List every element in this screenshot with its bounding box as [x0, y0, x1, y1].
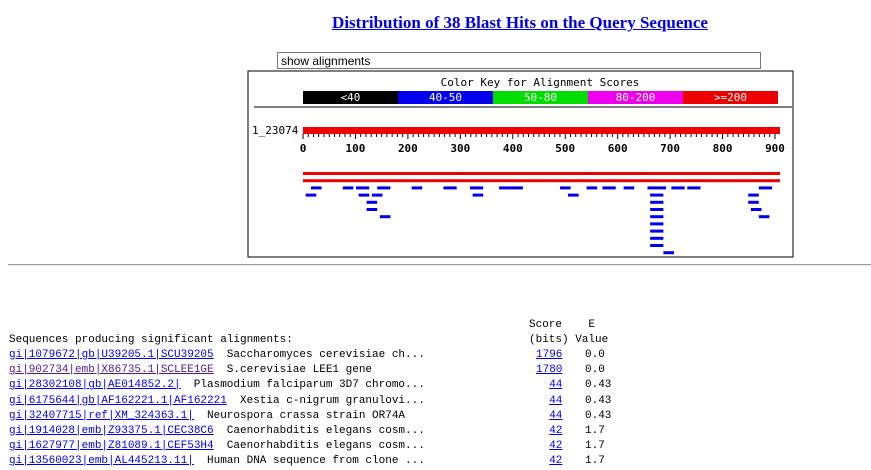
- evalue: 0.43: [585, 394, 612, 407]
- color-key-label: 40-50: [429, 91, 462, 104]
- score-link[interactable]: 42: [549, 439, 562, 454]
- score-link[interactable]: 44: [549, 409, 562, 424]
- evalue: 0.0: [585, 364, 605, 377]
- sequence-link[interactable]: gi|1627977|emb|Z81089.1|CEF53H4: [9, 439, 214, 454]
- hit-bar[interactable]: [650, 244, 664, 247]
- hit-bar[interactable]: [671, 186, 685, 190]
- hit-bar[interactable]: [647, 186, 667, 190]
- sequence-description: Saccharomyces cerevisiae ch...: [226, 349, 425, 361]
- hit-bar[interactable]: [499, 186, 523, 190]
- hit-bar[interactable]: [358, 193, 370, 197]
- evalue: 1.7: [585, 440, 605, 453]
- axis-tick-label: 700: [660, 142, 680, 155]
- sequence-link[interactable]: gi|902734|emb|X86735.1|SCLEE1GE: [9, 363, 214, 378]
- color-key: <40 40-50 50-80 80-200 >=200: [303, 91, 778, 104]
- evalue: 0.43: [585, 379, 612, 392]
- evalue: 0.0: [585, 349, 605, 361]
- blast-hits-graphic: Color Key for Alignment Scores <40 40-50 5…: [247, 70, 794, 258]
- color-key-label: 50-80: [524, 91, 557, 104]
- score-link[interactable]: 44: [549, 394, 562, 409]
- query-label: 1_23074: [252, 124, 299, 137]
- score-link[interactable]: 1780: [536, 363, 562, 378]
- hit-bar[interactable]: [411, 186, 423, 190]
- score-evalue-header: Score E: [529, 319, 596, 331]
- hit-bar[interactable]: [758, 215, 770, 219]
- hit-bar[interactable]: [303, 172, 780, 175]
- hit-bar[interactable]: [650, 208, 664, 211]
- hit-bar[interactable]: [650, 236, 664, 240]
- sequence-description: Caenorhabditis elegans cosm...: [226, 425, 425, 437]
- hit-bar[interactable]: [650, 200, 664, 204]
- sequence-link[interactable]: gi|28302108|gb|AE014852.2|: [9, 378, 181, 393]
- sequence-description: Neurospora crassa strain OR74A: [207, 409, 406, 422]
- axis-tick-label: 0: [300, 142, 307, 155]
- sequence-link[interactable]: gi|32407715|ref|XM_324363.1|: [9, 409, 194, 424]
- sequence-description: S.cerevisiae LEE1 gene: [226, 364, 373, 377]
- sequence-description: Human DNA sequence from clone ...: [207, 455, 425, 468]
- evalue: 1.7: [585, 425, 605, 437]
- hit-bar[interactable]: [443, 186, 457, 190]
- hit-bar[interactable]: [748, 193, 759, 197]
- hit-bar[interactable]: [303, 179, 780, 183]
- sequence-link[interactable]: gi|13560023|emb|AL445213.11|: [9, 454, 194, 469]
- score-link[interactable]: 44: [549, 378, 562, 393]
- bits-value-header: (bits) Value: [529, 334, 609, 346]
- alignments-heading: Sequences producing significant alignmen…: [9, 334, 293, 346]
- hit-bar[interactable]: [650, 193, 664, 197]
- hit-bar[interactable]: [379, 215, 391, 219]
- hit-bar[interactable]: [623, 186, 635, 190]
- sequence-link[interactable]: gi|6175644|gb|AF162221.1|AF162221: [9, 394, 227, 409]
- hit-bar[interactable]: [377, 186, 391, 190]
- axis-tick-label: 200: [398, 142, 418, 155]
- score-link[interactable]: 42: [549, 424, 562, 439]
- hit-bar[interactable]: [750, 208, 762, 211]
- axis-tick-label: 400: [503, 142, 523, 155]
- hit-bar[interactable]: [748, 200, 759, 204]
- hit-bar[interactable]: [560, 186, 571, 190]
- hit-bar[interactable]: [366, 208, 378, 211]
- hit-bar[interactable]: [650, 215, 664, 219]
- evalue: 1.7: [585, 455, 605, 468]
- hit-bar[interactable]: [371, 193, 383, 197]
- hit-bar[interactable]: [366, 200, 378, 204]
- color-key-label: <40: [341, 91, 361, 104]
- hit-bar[interactable]: [602, 186, 616, 190]
- sequence-link[interactable]: gi|1079672|gb|U39205.1|SCU39205: [9, 348, 214, 363]
- sequence-link[interactable]: gi|1914028|emb|Z93375.1|CEC38C6: [9, 424, 214, 439]
- axis-tick-label: 600: [608, 142, 628, 155]
- color-key-label: >=200: [714, 91, 747, 104]
- axis-tick-label: 800: [713, 142, 733, 155]
- sequence-description: Caenorhabditis elegans cosm...: [226, 440, 425, 453]
- axis-tick-label: 100: [346, 142, 366, 155]
- sequence-description: Xestia c-nigrum granulovi...: [240, 394, 425, 407]
- sequence-description: Plasmodium falciparum 3D7 chromo...: [193, 379, 425, 392]
- hit-bar[interactable]: [305, 193, 317, 197]
- hit-bar[interactable]: [568, 193, 579, 197]
- score-link[interactable]: 42: [549, 454, 562, 469]
- hit-bar[interactable]: [310, 186, 322, 190]
- separator-rule: [8, 264, 871, 266]
- evalue: 0.43: [585, 409, 612, 422]
- axis-tick-label: 500: [555, 142, 575, 155]
- hit-bar[interactable]: [342, 186, 354, 190]
- axis-tick-label: 300: [450, 142, 470, 155]
- hit-bar[interactable]: [469, 186, 484, 190]
- hit-bar[interactable]: [356, 186, 370, 190]
- axis-tick-label: 900: [765, 142, 785, 155]
- score-link[interactable]: 1796: [536, 348, 562, 363]
- color-key-label: 80-200: [616, 91, 656, 104]
- hit-bar[interactable]: [758, 186, 773, 190]
- hit-bar[interactable]: [663, 251, 674, 255]
- hit-bar[interactable]: [650, 222, 664, 226]
- query-bar: [303, 127, 780, 134]
- hit-bar[interactable]: [687, 186, 701, 190]
- color-key-title: Color Key for Alignment Scores: [441, 76, 640, 89]
- hit-bar[interactable]: [586, 186, 598, 190]
- hit-bar[interactable]: [650, 229, 664, 233]
- hit-bar[interactable]: [472, 193, 484, 197]
